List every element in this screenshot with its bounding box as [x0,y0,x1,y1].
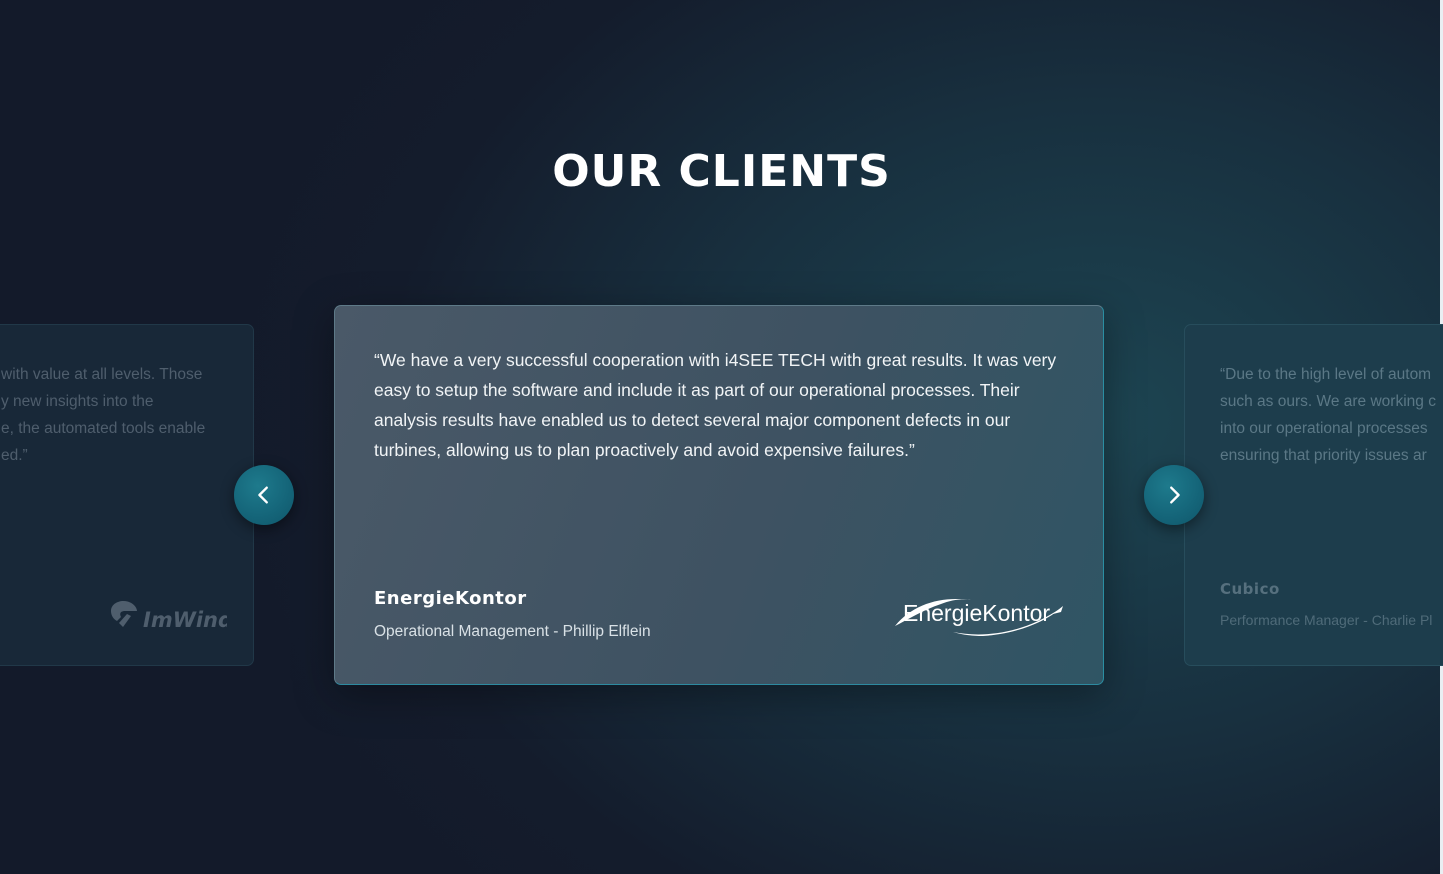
client-name: Cubico [1220,580,1280,598]
testimonial-quote: with value at all levels. Those y new in… [1,366,206,464]
client-role: Operational Management - Phillip Elflein [374,623,651,640]
testimonial-quote: “We have a very successful cooperation w… [374,350,1057,460]
chevron-left-icon [258,486,268,504]
page-title: OUR CLIENTS [552,146,891,197]
testimonial-card-next[interactable]: “Due to the high level of autom such as … [1184,324,1443,666]
testimonial-card-previous[interactable]: with value at all levels. Those y new in… [0,324,254,666]
client-role: Performance Manager - Charlie Pl [1220,612,1433,628]
carousel-next-button[interactable] [1144,465,1204,525]
chevron-right-icon [1170,486,1180,504]
energiekontor-logo: EnergieKontor [895,599,1063,636]
carousel-prev-button[interactable] [234,465,294,525]
testimonial-card-current: “We have a very successful cooperation w… [334,305,1104,685]
svg-text:EnergieKontor: EnergieKontor [903,600,1050,626]
imwind-logo: ImWind [111,601,227,632]
client-name: EnergieKontor [374,588,527,609]
svg-text:ImWind: ImWind [143,608,227,632]
testimonial-quote: “Due to the high level of autom such as … [1220,366,1436,464]
wind-logo-icon [111,601,137,627]
